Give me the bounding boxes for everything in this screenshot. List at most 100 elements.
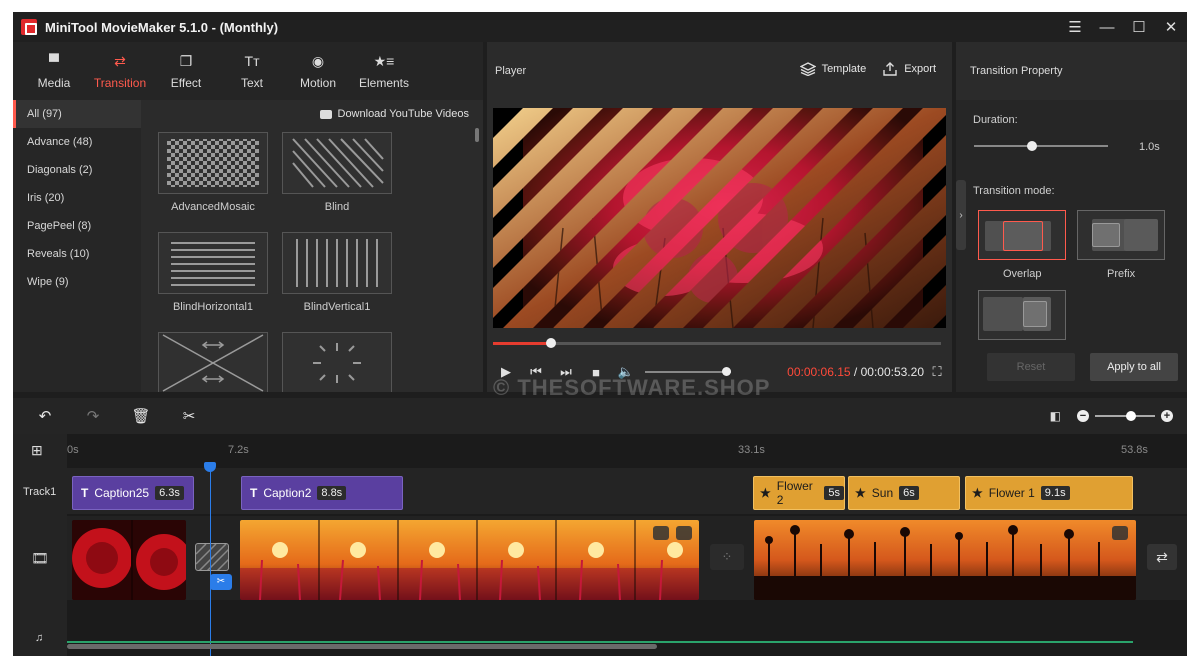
progress-knob[interactable]: [546, 338, 557, 348]
star-icon: ★: [972, 486, 983, 500]
mode-overlap[interactable]: [978, 210, 1066, 260]
transition-icon: ⇄: [114, 52, 126, 69]
zoom-out-icon[interactable]: −: [1077, 410, 1089, 422]
swap-icon[interactable]: ⇄: [1147, 544, 1177, 570]
minimize-button[interactable]: —: [1091, 12, 1123, 42]
tab-transition[interactable]: ⇄ Transition: [87, 42, 153, 100]
reset-button[interactable]: Reset: [987, 353, 1075, 381]
mode-suffix[interactable]: [978, 290, 1066, 340]
ruler-tick: 0s: [67, 444, 79, 456]
player-panel: Player Template Export ▶ ⏮ ⏭ ■ 🔈 00:00:0…: [487, 42, 952, 392]
maximize-button[interactable]: ☐: [1123, 12, 1155, 42]
transition-thumb-advancedmosaic[interactable]: [158, 132, 268, 194]
category-advance[interactable]: Advance (48): [13, 128, 141, 156]
transition-pattern-icon: [196, 544, 228, 570]
playback-progress[interactable]: [493, 338, 941, 348]
video-clip-sunset-silhouette[interactable]: [754, 520, 1136, 600]
element-clip[interactable]: ★ Flower 1 9.1s: [965, 476, 1133, 510]
video-track-icon: 🎞: [31, 550, 49, 566]
fit-zoom-icon[interactable]: ◧: [1050, 409, 1061, 423]
category-reveals[interactable]: Reveals (10): [13, 240, 141, 268]
tab-media[interactable]: ▀ Media: [21, 42, 87, 100]
total-time: 00:00:53.20: [860, 365, 924, 379]
category-iris[interactable]: Iris (20): [13, 184, 141, 212]
volume-slider[interactable]: [645, 367, 731, 376]
mode-prefix[interactable]: [1077, 210, 1165, 260]
mode-prefix-block: [1092, 223, 1120, 247]
ruler-tick: 33.1s: [738, 444, 765, 456]
element-clip[interactable]: ★ Flower 2 5s: [753, 476, 845, 510]
video-preview: [493, 108, 946, 328]
timeline-toolbar: ↶ ↷ 🗑 ✂ ◧ − +: [13, 398, 1187, 434]
category-wipe[interactable]: Wipe (9): [13, 268, 141, 296]
clip-duration: 5s: [824, 486, 844, 500]
download-youtube-button[interactable]: Download YouTube Videos: [319, 108, 469, 120]
template-button[interactable]: Template: [799, 62, 875, 76]
clip-name: Sun: [871, 486, 894, 500]
split-icon[interactable]: ✂: [165, 407, 213, 425]
clip-name: Flower 2: [776, 479, 813, 507]
transition-thumb-cross[interactable]: [158, 332, 268, 392]
category-list: All (97) Advance (48) Diagonals (2) Iris…: [13, 100, 141, 392]
transition-thumb-blindhorizontal1[interactable]: [158, 232, 268, 294]
category-pagepeel[interactable]: PagePeel (8): [13, 212, 141, 240]
fullscreen-icon[interactable]: ⛶: [922, 364, 952, 380]
export-label: Export: [904, 63, 936, 75]
undo-icon[interactable]: ↶: [21, 407, 69, 425]
caption-clip[interactable]: T Caption2 8.8s: [241, 476, 403, 510]
redo-icon[interactable]: ↷: [69, 407, 117, 425]
library-tabs: ▀ Media ⇄ Transition ❐ Effect Tт Text ◉ Motio…: [13, 42, 483, 100]
split-marker-icon[interactable]: ✂: [210, 574, 232, 590]
ruler-tick: 7.2s: [228, 444, 249, 456]
youtube-icon: [319, 109, 332, 119]
menu-icon[interactable]: ☰: [1059, 12, 1091, 42]
clip-duration: 8.8s: [317, 486, 347, 500]
app-title: MiniTool MovieMaker 5.1.0 - (Monthly): [45, 19, 279, 35]
apply-to-all-button[interactable]: Apply to all: [1090, 353, 1178, 381]
transition-block[interactable]: [195, 543, 229, 571]
vertical-lines-icon: [296, 239, 378, 287]
timeline-scrollbar[interactable]: [67, 644, 657, 649]
sunset-silhouette-thumbnail-image: [754, 520, 1136, 600]
category-all[interactable]: All (97): [13, 100, 141, 128]
tab-text[interactable]: Tт Text: [219, 42, 285, 100]
duration-slider[interactable]: [974, 141, 1108, 151]
zoom-slider[interactable]: [1095, 411, 1155, 421]
export-button[interactable]: Export: [882, 62, 944, 76]
tab-effect[interactable]: ❐ Effect: [153, 42, 219, 100]
text-icon: T: [81, 486, 89, 500]
grid-scrollbar[interactable]: [475, 128, 479, 142]
close-button[interactable]: ✕: [1155, 12, 1187, 42]
star-icon: ★: [760, 486, 771, 500]
transition-thumb-burst[interactable]: [282, 332, 392, 392]
category-diagonals[interactable]: Diagonals (2): [13, 156, 141, 184]
video-clip-sunset-flowers[interactable]: [240, 520, 699, 600]
timeline-ruler[interactable]: 0s 7.2s 33.1s 53.8s: [67, 434, 1187, 464]
empty-transition-slot-icon[interactable]: ⁘: [710, 544, 744, 570]
tab-motion[interactable]: ◉ Motion: [285, 42, 351, 100]
playhead[interactable]: [204, 462, 216, 656]
template-label: Template: [821, 63, 867, 75]
mode-block: [983, 297, 1023, 331]
transition-grid: Download YouTube Videos AdvancedMosaic B…: [141, 100, 483, 392]
track-headers: ⊞ Track1 🎞 ♫: [13, 434, 67, 656]
zoom-knob[interactable]: [1126, 411, 1136, 421]
duration-knob[interactable]: [1026, 141, 1037, 151]
caption-clip[interactable]: T Caption25 6.3s: [72, 476, 194, 510]
transition-property-panel: Transition Property Duration: 1.0s Trans…: [956, 42, 1187, 392]
add-track-icon[interactable]: ⊞: [31, 442, 43, 459]
transition-thumb-blindvertical1[interactable]: [282, 232, 392, 294]
duration-label: Duration:: [973, 114, 1018, 126]
element-clip[interactable]: ★ Sun 6s: [848, 476, 960, 510]
effect-icon: ❐: [179, 52, 193, 69]
tab-elements[interactable]: ★≡ Elements: [351, 42, 417, 100]
panel-collapse-arrow-icon[interactable]: ›: [956, 180, 966, 250]
mode-overlap-label: Overlap: [1003, 268, 1042, 280]
zoom-in-icon[interactable]: +: [1161, 410, 1173, 422]
folder-icon: ▀: [49, 53, 59, 69]
video-clip-roses[interactable]: [72, 520, 186, 600]
tab-label: Media: [37, 76, 71, 90]
delete-icon[interactable]: 🗑: [117, 407, 165, 425]
export-icon: [883, 62, 897, 76]
transition-thumb-blind[interactable]: [282, 132, 392, 194]
